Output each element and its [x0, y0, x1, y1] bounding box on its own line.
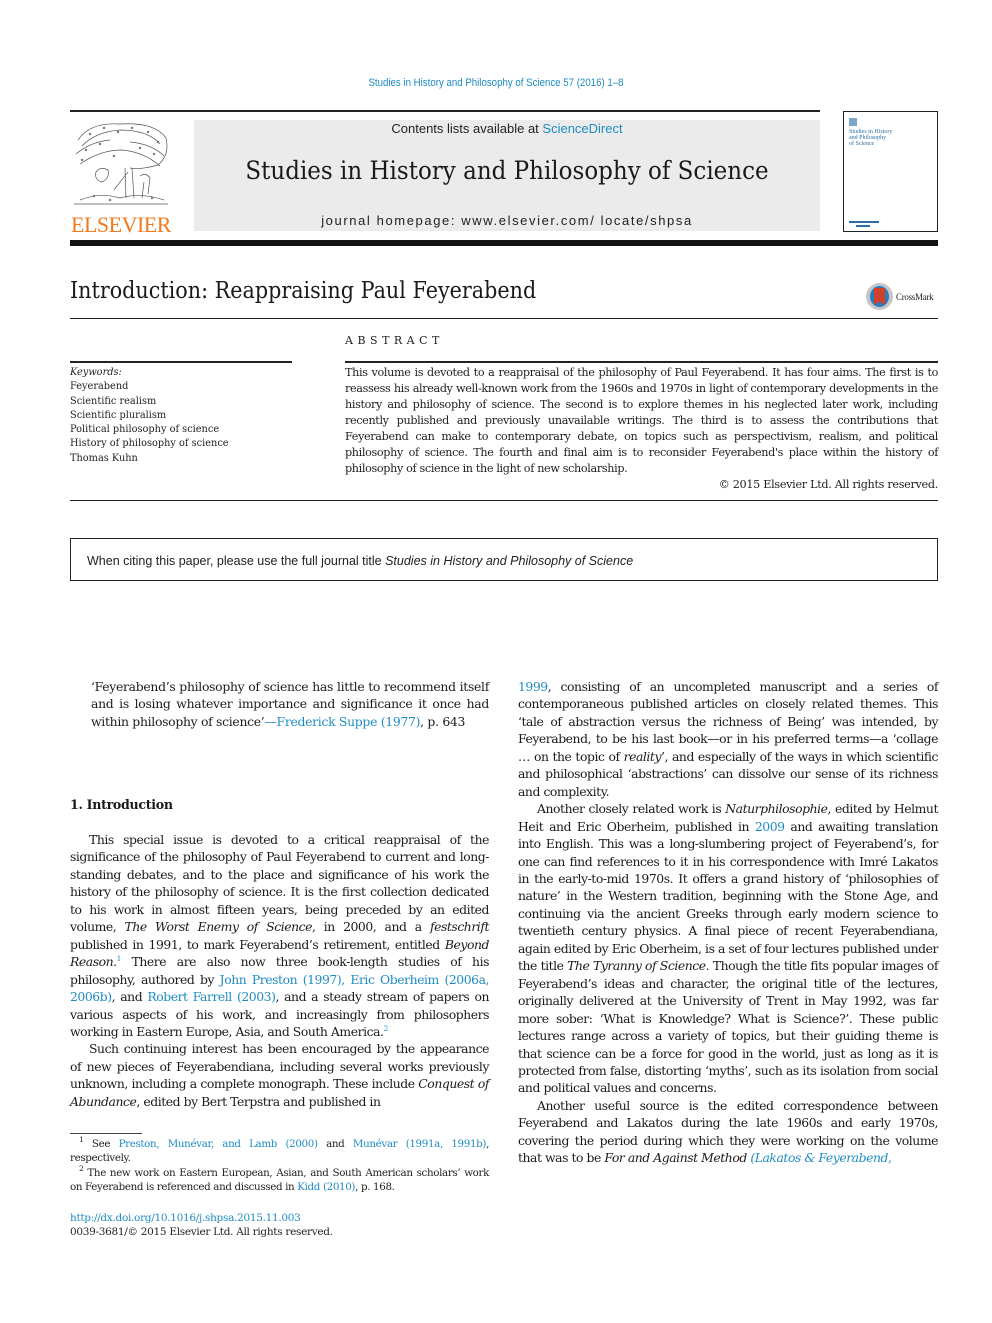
contents-line: Contents lists available at ScienceDirec…: [194, 121, 820, 136]
abstract-heading: ABSTRACT: [345, 334, 444, 347]
epigraph: ‘Feyerabend’s philosophy of science has …: [91, 678, 489, 730]
text-run: The new work on Eastern European, Asian,…: [70, 1166, 489, 1193]
cover-title-line: of Science: [849, 141, 875, 147]
footnote-1: 1 See Preston, Munévar, and Lamb (2000) …: [70, 1136, 489, 1166]
epigraph-page: , p. 643: [420, 713, 466, 729]
text-run: (: [746, 1150, 755, 1166]
cover-footer-mark: [856, 225, 870, 227]
italic-title: For and Against Method: [604, 1150, 747, 1166]
doi-link[interactable]: http://dx.doi.org/10.1016/j.shpsa.2015.1…: [70, 1212, 301, 1224]
cover-title: Studies in History and Philosophy of Sci…: [849, 129, 892, 147]
cover-logo-icon: [849, 118, 857, 126]
citation-link[interactable]: Kidd (2010): [297, 1181, 355, 1193]
title-rule: [70, 318, 938, 319]
citing-notice-box: When citing this paper, please use the f…: [70, 538, 938, 581]
abstract-rule: [345, 361, 938, 363]
elsevier-logo[interactable]: ELSEVIER: [70, 120, 172, 237]
italic-title: Naturphilosophie: [725, 801, 828, 817]
text-run: and awaiting translation into English. T…: [518, 818, 938, 974]
footnote-rule: [70, 1133, 142, 1134]
section-heading: 1. Introduction: [70, 797, 173, 812]
keywords-label: Keywords:: [70, 366, 122, 378]
epigraph-dash: —: [264, 713, 277, 729]
keyword-item: Scientific realism: [70, 394, 157, 407]
citation-link[interactable]: Robert Farrell (2003): [147, 989, 276, 1004]
italic-term: reality: [623, 748, 662, 764]
citation-link[interactable]: Lakatos & Feyerabend,: [755, 1150, 892, 1165]
sciencedirect-link[interactable]: ScienceDirect: [542, 121, 622, 136]
journal-title: Studies in History and Philosophy of Sci…: [245, 156, 769, 185]
keyword-item: Thomas Kuhn: [70, 451, 138, 464]
text-run: and: [317, 1138, 353, 1150]
cover-footer-mark: [849, 221, 879, 223]
abstract-bottom-rule: [70, 500, 938, 501]
journal-homepage-link[interactable]: journal homepage: www.elsevier.com/ loca…: [194, 213, 820, 228]
text-run: Another closely related work is: [537, 801, 726, 817]
footnote-2: 2 The new work on Eastern European, Asia…: [70, 1164, 489, 1195]
body-paragraph: Another useful source is the edited corr…: [518, 1097, 938, 1167]
issn-copyright: 0039-3681/© 2015 Elsevier Ltd. All right…: [70, 1226, 333, 1238]
citing-notice: When citing this paper, please use the f…: [87, 554, 633, 568]
keyword-item: History of philosophy of science: [70, 437, 229, 450]
body-paragraph: Another closely related work is Naturphi…: [518, 800, 938, 1097]
journal-banner: Contents lists available at ScienceDirec…: [194, 120, 820, 231]
keyword-item: Scientific pluralism: [70, 408, 167, 421]
body-right-column: 1999, consisting of an uncompleted manus…: [518, 678, 938, 1167]
body-left-column: This special issue is devoted to a criti…: [70, 831, 489, 1110]
running-head[interactable]: Studies in History and Philosophy of Sci…: [60, 77, 933, 89]
citation-link[interactable]: 1999: [518, 679, 548, 694]
journal-cover-thumbnail[interactable]: Studies in History and Philosophy of Sci…: [843, 111, 938, 232]
citing-notice-journal: Studies in History and Philosophy of Sci…: [385, 554, 634, 568]
text-run: , edited by Bert Terpstra and published …: [136, 1093, 381, 1109]
masthead-top-rule: [70, 110, 820, 112]
text-run: , in 2000, and a: [312, 919, 430, 935]
elsevier-tree-icon: [74, 123, 168, 205]
citation-link[interactable]: 2009: [755, 819, 785, 834]
abstract-text: This volume is devoted to a reappraisal …: [345, 366, 938, 475]
italic-title: The Tyranny of Science: [567, 958, 706, 974]
italic-title: The Worst Enemy of Science: [124, 919, 313, 935]
italic-term: festschrift: [429, 919, 489, 935]
body-paragraph: Such continuing interest has been encour…: [70, 1040, 489, 1110]
keyword-item: Feyerabend: [70, 380, 129, 393]
article-title: Introduction: Reappraising Paul Feyerabe…: [70, 278, 537, 304]
keywords-list: Keywords: Feyerabend Scientific realism …: [70, 365, 300, 465]
text-run: , p. 168.: [355, 1180, 395, 1193]
keyword-item: Political philosophy of science: [70, 423, 220, 436]
footnotes: 1 See Preston, Munévar, and Lamb (2000) …: [70, 1136, 489, 1195]
masthead-bottom-rule: [70, 240, 938, 246]
footnote-ref-2[interactable]: 2: [384, 1024, 389, 1033]
citation-link[interactable]: Preston, Munévar, and Lamb (2000): [119, 1138, 318, 1150]
elsevier-wordmark: ELSEVIER: [71, 212, 171, 237]
body-paragraph: This special issue is devoted to a criti…: [70, 831, 489, 1040]
text-run: . Though the title fits popular images o…: [518, 958, 938, 1096]
keywords-rule: [70, 361, 292, 363]
abstract-copyright: © 2015 Elsevier Ltd. All rights reserved…: [718, 478, 939, 491]
citing-notice-text: When citing this paper, please use the f…: [87, 554, 386, 568]
text-run: published in 1991, to mark Feyerabend’s …: [70, 936, 445, 952]
crossmark-label: CrossMark: [896, 292, 934, 302]
contents-prefix: Contents lists available at: [391, 121, 543, 136]
citation-link[interactable]: Munévar (1991a, 1991b): [353, 1138, 487, 1150]
text-run: See: [83, 1138, 119, 1150]
body-paragraph-continued: 1999, consisting of an uncompleted manus…: [518, 678, 938, 800]
crossmark-button[interactable]: CrossMark: [866, 283, 941, 311]
text-run: , and: [111, 989, 148, 1005]
epigraph-citation-link[interactable]: Frederick Suppe (1977): [277, 714, 421, 729]
